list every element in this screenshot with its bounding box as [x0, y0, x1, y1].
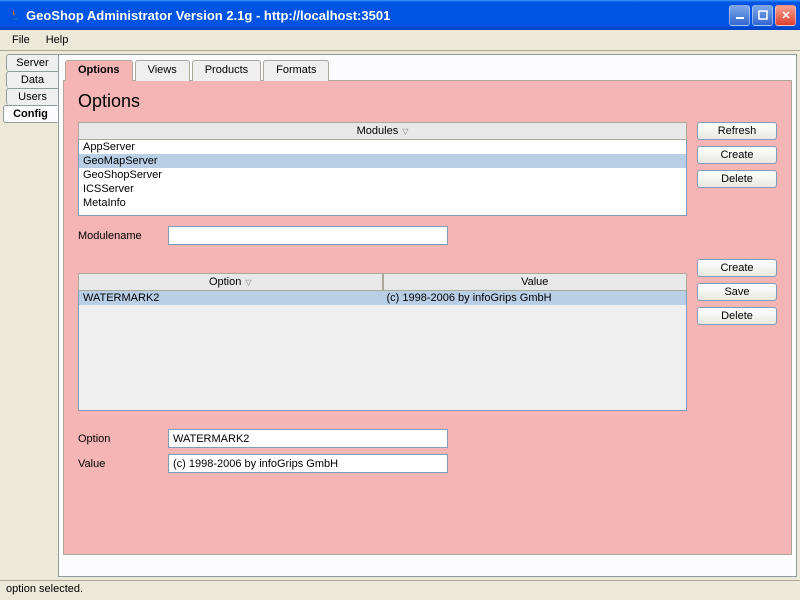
java-app-icon — [6, 7, 22, 23]
side-tab-server[interactable]: Server — [6, 54, 58, 71]
table-cell-option: WATERMARK2 — [79, 291, 383, 305]
side-tabs: Server Data Users Config — [0, 51, 58, 580]
list-item[interactable]: AppServer — [79, 140, 686, 154]
tab-formats[interactable]: Formats — [263, 60, 329, 81]
menu-help[interactable]: Help — [38, 32, 77, 48]
value-label: Value — [78, 458, 168, 470]
side-tab-data[interactable]: Data — [6, 71, 58, 88]
option-column-header[interactable]: Option▽ — [78, 273, 383, 291]
minimize-button[interactable] — [729, 5, 750, 26]
sort-icon: ▽ — [402, 127, 408, 136]
maximize-button[interactable] — [752, 5, 773, 26]
tab-options[interactable]: Options — [65, 60, 133, 81]
options-panel: Options Modules▽ AppServer GeoMapServer … — [63, 81, 792, 555]
delete-module-button[interactable]: Delete — [697, 170, 777, 188]
modules-header-label: Modules — [357, 125, 399, 137]
modules-listbox[interactable]: AppServer GeoMapServer GeoShopServer ICS… — [78, 140, 687, 216]
table-row[interactable]: WATERMARK2 (c) 1998-2006 by infoGrips Gm… — [79, 291, 686, 305]
list-item[interactable]: ICSServer — [79, 182, 686, 196]
modulename-input[interactable] — [168, 226, 448, 245]
table-cell-value: (c) 1998-2006 by infoGrips GmbH — [383, 291, 687, 305]
side-tab-config[interactable]: Config — [3, 105, 58, 123]
option-input[interactable] — [168, 429, 448, 448]
menu-bar: File Help — [0, 30, 800, 51]
modules-header[interactable]: Modules▽ — [78, 122, 687, 140]
menu-file[interactable]: File — [4, 32, 38, 48]
sort-icon: ▽ — [245, 278, 251, 287]
window-title: GeoShop Administrator Version 2.1g - htt… — [26, 8, 729, 23]
option-label: Option — [78, 433, 168, 445]
list-item[interactable]: MetaInfo — [79, 196, 686, 210]
main-panel: Options Views Products Formats Options M… — [58, 54, 797, 577]
value-column-header[interactable]: Value — [383, 273, 688, 291]
create-option-button[interactable]: Create — [697, 259, 777, 277]
save-option-button[interactable]: Save — [697, 283, 777, 301]
modulename-label: Modulename — [78, 230, 168, 242]
delete-option-button[interactable]: Delete — [697, 307, 777, 325]
page-title: Options — [78, 91, 777, 112]
tab-products[interactable]: Products — [192, 60, 261, 81]
title-bar: GeoShop Administrator Version 2.1g - htt… — [0, 0, 800, 30]
side-tab-users[interactable]: Users — [6, 88, 58, 105]
tab-views[interactable]: Views — [135, 60, 190, 81]
options-table[interactable]: WATERMARK2 (c) 1998-2006 by infoGrips Gm… — [78, 291, 687, 411]
list-item[interactable]: GeoShopServer — [79, 168, 686, 182]
create-module-button[interactable]: Create — [697, 146, 777, 164]
refresh-button[interactable]: Refresh — [697, 122, 777, 140]
value-input[interactable] — [168, 454, 448, 473]
close-button[interactable] — [775, 5, 796, 26]
list-item[interactable]: GeoMapServer — [79, 154, 686, 168]
horizontal-tabs: Options Views Products Formats — [63, 59, 792, 81]
status-bar: option selected. — [0, 580, 800, 600]
